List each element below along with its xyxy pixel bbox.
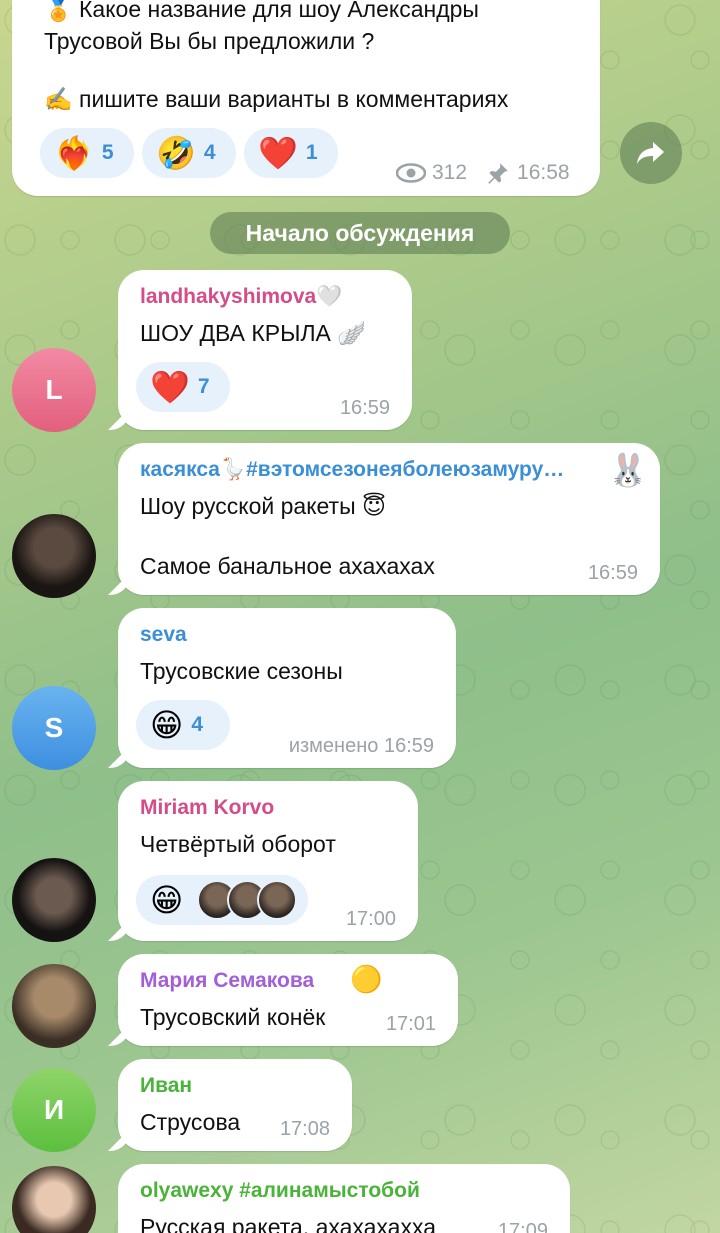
message-time: 17:09 <box>497 1220 548 1233</box>
grin-icon: 😁 <box>150 707 184 743</box>
author-name[interactable]: Мария Семакова <box>140 968 314 994</box>
avatar[interactable]: И <box>12 1068 96 1152</box>
message-time: изменено 16:59 <box>288 735 434 757</box>
heart-icon: ❤️ <box>258 135 298 171</box>
author-name[interactable]: olyawexy #алинамыстобой <box>140 1178 420 1204</box>
reaction-heart[interactable]: ❤️ 7 <box>136 362 230 412</box>
comment-bubble[interactable]: olyawexy #алинамыстобой Русская ракета, … <box>118 1164 570 1233</box>
message-text: Самое банальное ахахахах <box>140 553 435 579</box>
writing-hand-icon: ✍️ <box>44 86 73 112</box>
author-name[interactable]: seva <box>140 622 187 648</box>
message-text: ШОУ ДВА КРЫЛА 🪽 <box>140 320 366 346</box>
avatar-initial: S <box>44 712 64 743</box>
post-line-2: Трусовой Вы бы предложили ? <box>44 28 375 54</box>
message-text: Шоу русской ракеты 😇 <box>140 493 386 519</box>
author-name[interactable]: Иван <box>140 1073 192 1099</box>
share-button[interactable] <box>620 122 682 184</box>
reactor-avatar <box>257 880 298 920</box>
message-text: Русская ракета, ахахахахха <box>140 1214 436 1233</box>
author-name[interactable]: Miriam Korvo <box>140 795 274 821</box>
sticker-icon: 🐰 <box>608 452 648 488</box>
reaction-count: 4 <box>203 141 216 164</box>
message-time: 16:59 <box>587 562 638 584</box>
comment-bubble[interactable]: Мария Семакова 🟡 Трусовский конёк 17:01 <box>118 954 458 1046</box>
rofl-icon: 🤣 <box>156 135 196 171</box>
avatar[interactable] <box>12 514 96 598</box>
share-arrow-icon <box>637 142 664 164</box>
comment-bubble[interactable]: Miriam Korvo Четвёртый оборот 😁 17:00 <box>118 781 418 941</box>
post-line-1: Какое название для шоу Александры <box>79 0 479 22</box>
reaction-heart-on-fire[interactable]: ❤️‍🔥 5 <box>40 128 134 178</box>
message-text: Четвёртый оборот <box>140 831 336 857</box>
heart-on-fire-icon: ❤️‍🔥 <box>54 135 94 171</box>
reaction-rofl[interactable]: 🤣 4 <box>142 128 236 178</box>
reaction-grin[interactable]: 😁 <box>136 875 308 925</box>
minion-sticker-icon: 🟡 <box>350 964 383 994</box>
grin-icon: 😁 <box>150 882 184 918</box>
view-count: 312 <box>432 161 468 184</box>
post-time: 16:58 <box>517 161 570 184</box>
comment-bubble[interactable]: Иван Струсова 17:08 <box>118 1059 352 1151</box>
avatar[interactable] <box>12 1166 96 1233</box>
emoji-icon: 🏅 <box>44 0 73 22</box>
reaction-count: 7 <box>197 375 210 398</box>
avatar[interactable]: L <box>12 348 96 432</box>
message-text: Струсова <box>140 1109 241 1135</box>
discussion-start-divider: Начало обсуждения <box>210 212 510 254</box>
avatar[interactable] <box>12 858 96 942</box>
reaction-count: 5 <box>101 141 114 164</box>
comment-bubble[interactable]: seva Трусовские сезоны 😁 4 изменено 16:5… <box>118 608 456 768</box>
comment-bubble[interactable]: landhakyshimova🤍 ШОУ ДВА КРЫЛА 🪽 ❤️ 7 16… <box>118 270 412 430</box>
message-time: 17:01 <box>385 1013 436 1035</box>
message-text: Трусовские сезоны <box>140 658 343 684</box>
message-time: 17:00 <box>345 908 396 930</box>
eye-icon <box>396 163 426 183</box>
pin-icon <box>488 163 508 184</box>
message-time: 16:59 <box>339 397 390 419</box>
author-name[interactable]: landhakyshimova🤍 <box>140 284 342 310</box>
comment-bubble[interactable]: касякса🪿#вэтомсезонеяболеюзамуру… 🐰 Шоу … <box>118 443 660 595</box>
channel-post[interactable]: 🏅 Какое название для шоу Александры Трус… <box>12 0 600 196</box>
reaction-heart[interactable]: ❤️ 1 <box>244 128 338 178</box>
avatar-initial: И <box>43 1094 65 1125</box>
reaction-count: 1 <box>305 141 318 164</box>
heart-icon: ❤️ <box>150 369 190 405</box>
message-text: Трусовский конёк <box>140 1004 326 1030</box>
reaction-grin[interactable]: 😁 4 <box>136 700 230 750</box>
message-time: 17:08 <box>279 1118 330 1140</box>
post-line-3: пишите ваши варианты в комментариях <box>79 86 509 112</box>
avatar[interactable] <box>12 964 96 1048</box>
reaction-count: 4 <box>191 713 204 736</box>
avatar-initial: L <box>45 374 63 405</box>
author-name[interactable]: касякса🪿#вэтомсезонеяболеюзамуру… <box>140 457 610 483</box>
avatar[interactable]: S <box>12 686 96 770</box>
